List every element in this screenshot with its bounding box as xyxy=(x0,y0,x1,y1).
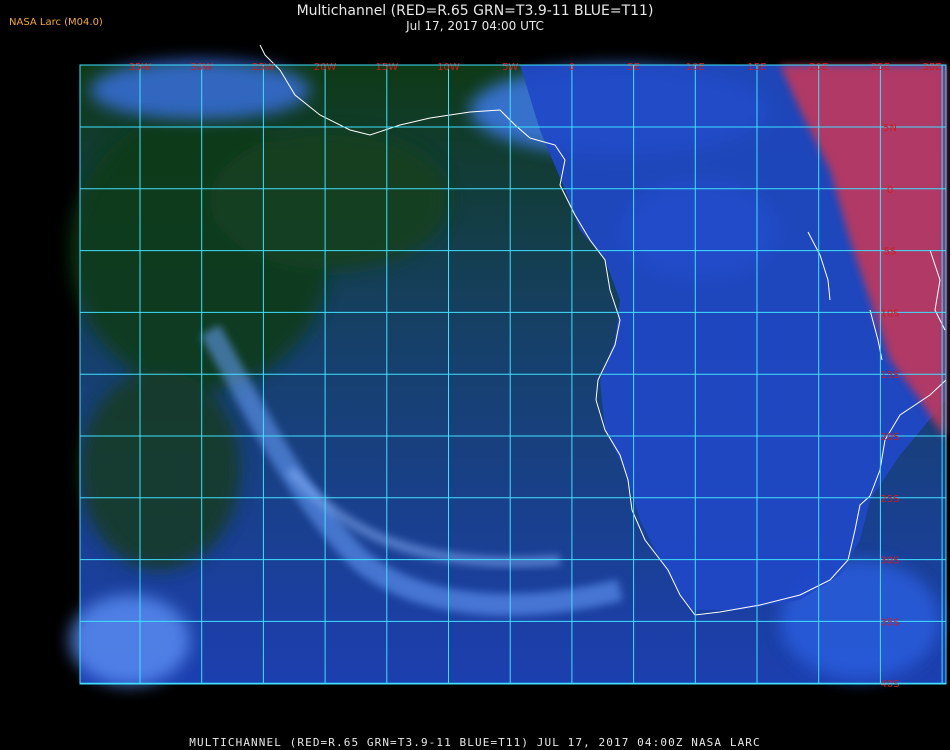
longitude-label: 15W xyxy=(375,62,398,73)
latitude-label: 10S xyxy=(880,308,899,319)
latitude-label: 30S xyxy=(880,556,899,567)
latitude-label: 25S xyxy=(880,494,899,505)
latitude-label: 40S xyxy=(880,679,899,690)
longitude-label: 15E xyxy=(747,62,766,73)
latitude-label: 5N xyxy=(883,123,897,134)
longitude-label: 25W xyxy=(252,62,275,73)
longitude-label: 10W xyxy=(437,62,460,73)
latitude-label: 15S xyxy=(880,370,899,381)
empty-strip xyxy=(80,684,946,728)
longitude-label: 20E xyxy=(809,62,828,73)
longitude-label: 25E xyxy=(871,62,890,73)
latitude-label: 20S xyxy=(880,432,899,443)
longitude-label: 5E xyxy=(627,62,640,73)
longitude-label: 20W xyxy=(314,62,337,73)
longitude-label: 35W xyxy=(129,62,152,73)
footer-caption: MULTICHANNEL (RED=R.65 GRN=T3.9-11 BLUE=… xyxy=(189,736,761,749)
longitude-label: 10E xyxy=(686,62,705,73)
longitude-label: 35E xyxy=(922,62,941,73)
longitude-label: 30W xyxy=(190,62,213,73)
satellite-map: 35W 30W 25W 20W 15W 10W 5W 0 5E 10E 15E 20E 25E 30E35… xyxy=(70,44,947,728)
latitude-label: 5S xyxy=(884,247,897,258)
longitude-label: 5W xyxy=(502,62,518,73)
latitude-label: 35S xyxy=(880,617,899,628)
longitude-label: 0 xyxy=(569,62,575,73)
latitude-label: 0 xyxy=(887,185,893,196)
